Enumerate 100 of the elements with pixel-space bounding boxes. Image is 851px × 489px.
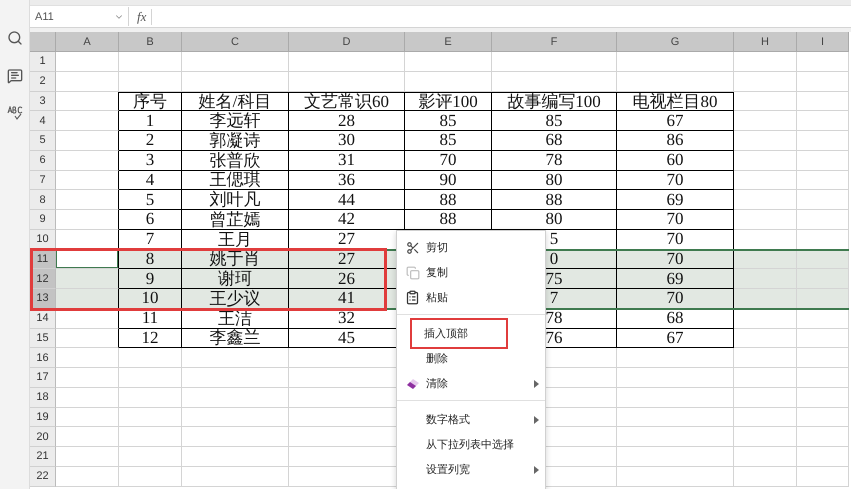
spell-check-icon[interactable] [6,106,22,120]
table-cell: 王少议 [182,289,289,309]
table-cell: 序号 [119,92,182,112]
menu-item[interactable]: 复制 [424,261,450,284]
grid-cell[interactable] [56,250,119,270]
table-cell: 刘叶凡 [182,190,289,210]
table-cell: 李远轩 [182,111,289,131]
eraser-icon [406,378,420,390]
table-cell: 68 [492,131,617,151]
table-cell: 2 [119,131,182,151]
table-cell: 10 [119,289,182,309]
table-cell: 70 [617,210,734,230]
row-header[interactable]: 6 [30,150,56,170]
row-header[interactable]: 4 [30,111,56,131]
table-cell: 69 [617,269,734,289]
column-header[interactable]: D [289,32,405,52]
row-header[interactable]: 9 [30,210,56,230]
table-cell: 80 [492,170,617,190]
table-cell: 60 [617,150,734,170]
row-header[interactable]: 17 [30,368,56,388]
table-cell: 郭凝诗 [182,131,289,151]
row-header[interactable]: 15 [30,328,56,348]
table-cell: 1 [119,111,182,131]
menu-item[interactable]: 剪切 [424,236,450,259]
column-header[interactable]: A [56,32,119,52]
grid-cell[interactable] [56,190,119,210]
table-cell: 85 [405,131,492,151]
table-cell: 12 [119,328,182,348]
column-header[interactable]: C [182,32,289,52]
table-cell: 70 [617,289,734,309]
table-cell: 70 [617,170,734,190]
grid-cell[interactable] [56,111,119,131]
table-cell: 8 [119,250,182,270]
menu-item[interactable]: 清除 [424,372,450,395]
row-header[interactable]: 8 [30,190,56,210]
table-cell: 85 [405,111,492,131]
table-cell: 69 [617,190,734,210]
table-cell: 36 [289,170,405,190]
column-header[interactable]: I [797,32,849,52]
table-cell: 5 [119,190,182,210]
table-cell: 86 [617,131,734,151]
table-cell: 4 [119,170,182,190]
row-header[interactable]: 7 [30,170,56,190]
table-cell: 42 [289,210,405,230]
table-cell: 85 [492,111,617,131]
menu-item[interactable]: 粘贴 [424,286,450,309]
row-header[interactable]: 20 [30,427,56,447]
row-header[interactable]: 19 [30,408,56,428]
copy-icon [406,266,420,280]
select-all-corner[interactable] [30,32,56,52]
table-cell: 电视栏目80 [617,92,734,112]
row-header[interactable]: 16 [30,348,56,368]
table-cell: 谢珂 [182,269,289,289]
function-label[interactable]: fx [132,8,152,24]
menu-item[interactable]: 删除 [424,347,450,370]
table-cell: 88 [492,190,617,210]
column-header[interactable]: B [119,32,182,52]
grid-cell[interactable] [56,289,119,309]
column-header[interactable]: H [734,32,797,52]
grid-cell[interactable] [56,131,119,151]
row-header[interactable]: 18 [30,388,56,408]
grid-cell[interactable] [56,269,119,289]
table-cell: 9 [119,269,182,289]
table-cell: 70 [405,150,492,170]
menu-item[interactable]: 从下拉列表中选择 [424,433,516,456]
row-header[interactable]: 3 [30,92,56,112]
table-cell: 90 [405,170,492,190]
row-header[interactable]: 22 [30,466,56,486]
column-header[interactable]: F [492,32,617,52]
table-cell: 31 [289,150,405,170]
row-header[interactable]: 21 [30,447,56,467]
search-icon[interactable] [6,30,22,46]
row-header[interactable]: 5 [30,131,56,151]
grid-cell[interactable] [56,210,119,230]
grid-cell[interactable] [56,150,119,170]
table-cell: 张普欣 [182,150,289,170]
row-header[interactable]: 10 [30,230,56,250]
comment-icon[interactable] [6,68,22,84]
grid-cell[interactable] [56,170,119,190]
table-cell: 曾芷嫣 [182,210,289,230]
column-header[interactable]: G [617,32,734,52]
name-box[interactable]: A11 [31,7,129,26]
table-cell: 30 [289,131,405,151]
table-cell: 67 [617,328,734,348]
menu-item[interactable]: 数字格式 [424,408,472,431]
column-header[interactable]: E [405,32,492,52]
table-cell: 6 [119,210,182,230]
menu-item[interactable]: 设置列宽 [424,458,472,481]
table-cell: 故事编写100 [492,92,617,112]
table-cell: 44 [289,190,405,210]
grid-cell[interactable] [56,92,119,112]
row-header[interactable]: 2 [30,72,56,92]
table-cell: 文艺常识60 [289,92,405,112]
row-header[interactable]: 1 [30,52,56,72]
table-cell: 3 [119,150,182,170]
table-cell: 88 [405,210,492,230]
grid-cell[interactable] [56,328,119,348]
table-cell: 姓名/科目 [182,92,289,112]
table-cell: 28 [289,111,405,131]
scissors-icon [406,240,420,254]
